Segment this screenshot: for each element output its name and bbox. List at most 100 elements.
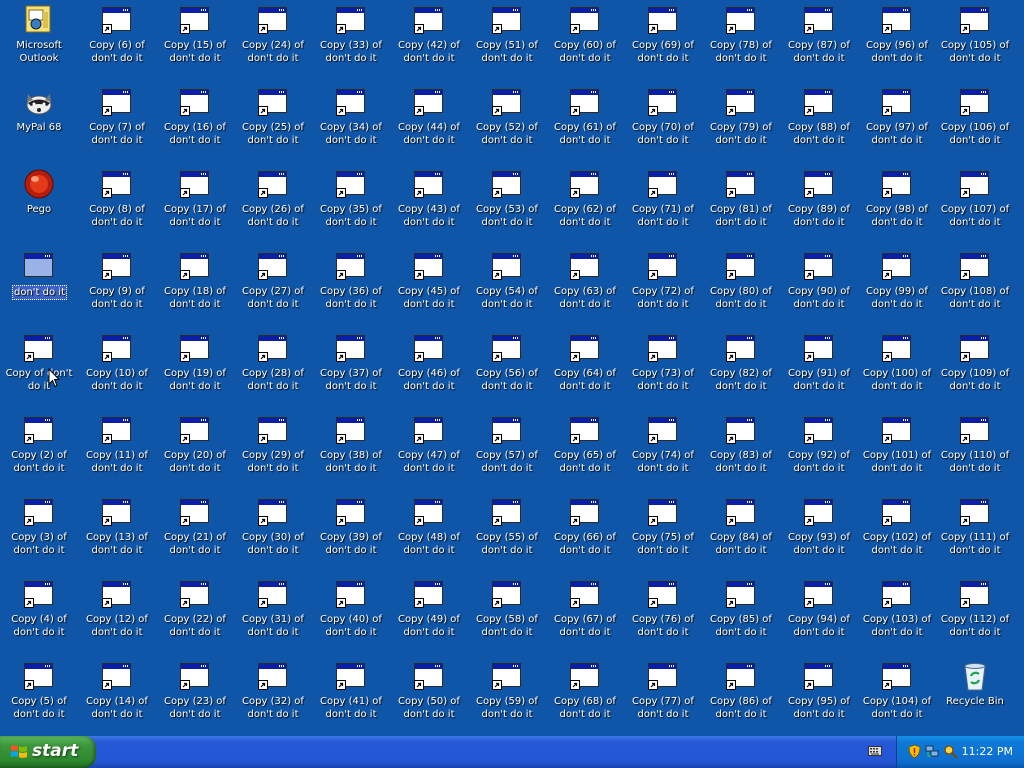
desktop-shortcut[interactable]: Copy (64) of don't do it bbox=[546, 328, 624, 410]
desktop-shortcut[interactable]: Copy (111) of don't do it bbox=[936, 492, 1014, 574]
desktop-shortcut[interactable]: Copy (65) of don't do it bbox=[546, 410, 624, 492]
desktop-shortcut[interactable]: Copy (20) of don't do it bbox=[156, 410, 234, 492]
desktop-shortcut[interactable]: Copy (63) of don't do it bbox=[546, 246, 624, 328]
desktop-shortcut[interactable]: Copy (71) of don't do it bbox=[624, 164, 702, 246]
desktop-shortcut[interactable]: Copy (92) of don't do it bbox=[780, 410, 858, 492]
desktop-icon-mypal[interactable]: MyPal 68 bbox=[0, 82, 78, 164]
desktop-shortcut[interactable]: Copy (91) of don't do it bbox=[780, 328, 858, 410]
clock[interactable]: 11:22 PM bbox=[962, 745, 1013, 758]
desktop-shortcut[interactable]: Copy (23) of don't do it bbox=[156, 656, 234, 738]
desktop-shortcut[interactable]: Copy (44) of don't do it bbox=[390, 82, 468, 164]
desktop-shortcut[interactable]: Copy (102) of don't do it bbox=[858, 492, 936, 574]
desktop-shortcut[interactable]: Copy (79) of don't do it bbox=[702, 82, 780, 164]
desktop-shortcut[interactable]: Copy (112) of don't do it bbox=[936, 574, 1014, 656]
desktop-shortcut[interactable]: Copy (96) of don't do it bbox=[858, 0, 936, 82]
desktop-shortcut[interactable]: Copy (88) of don't do it bbox=[780, 82, 858, 164]
desktop-shortcut[interactable]: Copy (56) of don't do it bbox=[468, 328, 546, 410]
desktop-shortcut[interactable]: Copy (30) of don't do it bbox=[234, 492, 312, 574]
desktop-shortcut[interactable]: Copy (3) of don't do it bbox=[0, 492, 78, 574]
desktop-shortcut[interactable]: Copy (97) of don't do it bbox=[858, 82, 936, 164]
desktop-shortcut[interactable]: Copy (13) of don't do it bbox=[78, 492, 156, 574]
desktop-icon-selected[interactable]: don't do it bbox=[0, 246, 78, 328]
desktop-shortcut[interactable]: Copy (28) of don't do it bbox=[234, 328, 312, 410]
desktop-shortcut[interactable]: Copy (26) of don't do it bbox=[234, 164, 312, 246]
desktop-shortcut[interactable]: Copy (110) of don't do it bbox=[936, 410, 1014, 492]
desktop-shortcut[interactable]: Copy (33) of don't do it bbox=[312, 0, 390, 82]
desktop-shortcut[interactable]: Copy (15) of don't do it bbox=[156, 0, 234, 82]
network-icon[interactable] bbox=[925, 744, 940, 759]
desktop-shortcut[interactable]: Copy (67) of don't do it bbox=[546, 574, 624, 656]
desktop-shortcut[interactable]: Copy (59) of don't do it bbox=[468, 656, 546, 738]
desktop-shortcut[interactable]: Copy (60) of don't do it bbox=[546, 0, 624, 82]
desktop-shortcut[interactable]: Copy (89) of don't do it bbox=[780, 164, 858, 246]
security-shield-icon[interactable] bbox=[907, 744, 922, 759]
desktop-shortcut[interactable]: Copy (35) of don't do it bbox=[312, 164, 390, 246]
recycle-bin-icon-item[interactable]: Recycle Bin bbox=[936, 656, 1014, 738]
desktop-icon-pego[interactable]: Pego bbox=[0, 164, 78, 246]
desktop-shortcut[interactable]: Copy (6) of don't do it bbox=[78, 0, 156, 82]
desktop-shortcut[interactable]: Copy (46) of don't do it bbox=[390, 328, 468, 410]
desktop-shortcut[interactable]: Copy (66) of don't do it bbox=[546, 492, 624, 574]
desktop-shortcut[interactable]: Copy (90) of don't do it bbox=[780, 246, 858, 328]
desktop-shortcut[interactable]: Copy (27) of don't do it bbox=[234, 246, 312, 328]
desktop-shortcut[interactable]: Copy (77) of don't do it bbox=[624, 656, 702, 738]
desktop-shortcut[interactable]: Copy (2) of don't do it bbox=[0, 410, 78, 492]
desktop-shortcut[interactable]: Copy (74) of don't do it bbox=[624, 410, 702, 492]
desktop-shortcut[interactable]: Copy (7) of don't do it bbox=[78, 82, 156, 164]
desktop-shortcut[interactable]: Copy (81) of don't do it bbox=[702, 164, 780, 246]
desktop-shortcut[interactable]: Copy (47) of don't do it bbox=[390, 410, 468, 492]
desktop-shortcut[interactable]: Copy (31) of don't do it bbox=[234, 574, 312, 656]
desktop-shortcut[interactable]: Copy (12) of don't do it bbox=[78, 574, 156, 656]
desktop-shortcut[interactable]: Copy (52) of don't do it bbox=[468, 82, 546, 164]
desktop-shortcut[interactable]: Copy (10) of don't do it bbox=[78, 328, 156, 410]
desktop-shortcut[interactable]: Copy (41) of don't do it bbox=[312, 656, 390, 738]
desktop-shortcut[interactable]: Copy (82) of don't do it bbox=[702, 328, 780, 410]
desktop-shortcut[interactable]: Copy (9) of don't do it bbox=[78, 246, 156, 328]
desktop-shortcut[interactable]: Copy (84) of don't do it bbox=[702, 492, 780, 574]
desktop-shortcut[interactable]: Copy (62) of don't do it bbox=[546, 164, 624, 246]
desktop-shortcut[interactable]: Copy (68) of don't do it bbox=[546, 656, 624, 738]
desktop-shortcut[interactable]: Copy (86) of don't do it bbox=[702, 656, 780, 738]
desktop-shortcut[interactable]: Copy (100) of don't do it bbox=[858, 328, 936, 410]
search-magnifier-icon[interactable] bbox=[943, 744, 958, 759]
desktop-shortcut[interactable]: Copy (25) of don't do it bbox=[234, 82, 312, 164]
desktop-shortcut[interactable]: Copy (19) of don't do it bbox=[156, 328, 234, 410]
desktop-shortcut[interactable]: Copy (93) of don't do it bbox=[780, 492, 858, 574]
desktop-shortcut[interactable]: Copy (29) of don't do it bbox=[234, 410, 312, 492]
desktop-shortcut[interactable]: Copy (99) of don't do it bbox=[858, 246, 936, 328]
desktop-shortcut[interactable]: Copy (4) of don't do it bbox=[0, 574, 78, 656]
desktop-shortcut[interactable]: Copy (36) of don't do it bbox=[312, 246, 390, 328]
desktop-shortcut[interactable]: Copy (69) of don't do it bbox=[624, 0, 702, 82]
desktop-shortcut[interactable]: Copy (24) of don't do it bbox=[234, 0, 312, 82]
desktop-shortcut[interactable]: Copy (34) of don't do it bbox=[312, 82, 390, 164]
desktop-shortcut[interactable]: Copy (94) of don't do it bbox=[780, 574, 858, 656]
desktop-shortcut[interactable]: Copy (105) of don't do it bbox=[936, 0, 1014, 82]
desktop-shortcut[interactable]: Copy (5) of don't do it bbox=[0, 656, 78, 738]
desktop-shortcut[interactable]: Copy (42) of don't do it bbox=[390, 0, 468, 82]
desktop-shortcut[interactable]: Copy (73) of don't do it bbox=[624, 328, 702, 410]
desktop-shortcut[interactable]: Copy (101) of don't do it bbox=[858, 410, 936, 492]
desktop-shortcut[interactable]: Copy (51) of don't do it bbox=[468, 0, 546, 82]
desktop-shortcut[interactable]: Copy (17) of don't do it bbox=[156, 164, 234, 246]
desktop-shortcut[interactable]: Copy (85) of don't do it bbox=[702, 574, 780, 656]
desktop-shortcut[interactable]: Copy (57) of don't do it bbox=[468, 410, 546, 492]
desktop-shortcut[interactable]: Copy (108) of don't do it bbox=[936, 246, 1014, 328]
desktop-shortcut[interactable]: Copy (103) of don't do it bbox=[858, 574, 936, 656]
desktop-shortcut[interactable]: Copy (54) of don't do it bbox=[468, 246, 546, 328]
desktop-shortcut[interactable]: Copy (58) of don't do it bbox=[468, 574, 546, 656]
desktop-shortcut[interactable]: Copy (18) of don't do it bbox=[156, 246, 234, 328]
desktop-icon-outlook[interactable]: Microsoft Outlook bbox=[0, 0, 78, 82]
desktop-shortcut[interactable]: Copy (21) of don't do it bbox=[156, 492, 234, 574]
desktop-shortcut[interactable]: Copy (39) of don't do it bbox=[312, 492, 390, 574]
desktop-shortcut[interactable]: Copy (32) of don't do it bbox=[234, 656, 312, 738]
desktop-shortcut[interactable]: Copy (98) of don't do it bbox=[858, 164, 936, 246]
desktop-shortcut[interactable]: Copy (78) of don't do it bbox=[702, 0, 780, 82]
desktop-shortcut[interactable]: Copy (75) of don't do it bbox=[624, 492, 702, 574]
desktop-shortcut[interactable]: Copy (11) of don't do it bbox=[78, 410, 156, 492]
keyboard-icon[interactable] bbox=[868, 746, 882, 756]
desktop-shortcut[interactable]: Copy (61) of don't do it bbox=[546, 82, 624, 164]
desktop-shortcut[interactable]: Copy (37) of don't do it bbox=[312, 328, 390, 410]
desktop-shortcut[interactable]: Copy (107) of don't do it bbox=[936, 164, 1014, 246]
desktop-shortcut[interactable]: Copy (38) of don't do it bbox=[312, 410, 390, 492]
desktop-shortcut[interactable]: Copy (55) of don't do it bbox=[468, 492, 546, 574]
